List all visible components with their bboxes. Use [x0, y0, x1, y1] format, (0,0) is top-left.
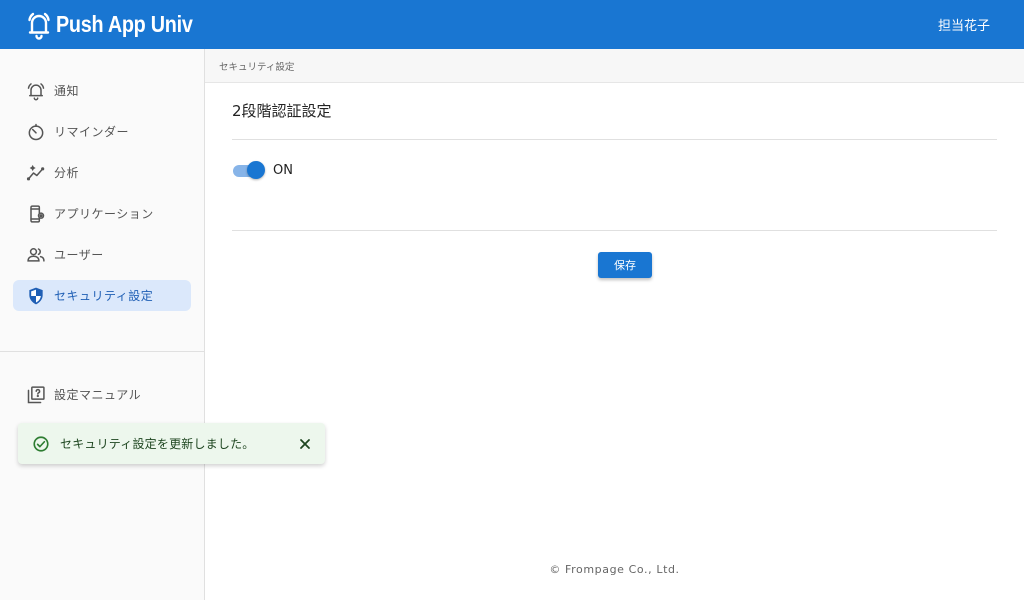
divider — [232, 139, 997, 140]
sidebar-item-label: リマインダー — [54, 125, 130, 139]
sidebar-item-analytics[interactable]: 分析 — [0, 152, 204, 193]
sidebar-item-reminders[interactable]: リマインダー — [0, 111, 204, 152]
success-snackbar: セキュリティ設定を更新しました。 — [18, 423, 325, 464]
two-factor-toggle-row: ON — [232, 160, 293, 180]
help-book-icon — [26, 385, 46, 405]
sidebar-item-applications[interactable]: アプリケーション — [0, 193, 204, 234]
snackbar-message: セキュリティ設定を更新しました。 — [60, 437, 255, 451]
sidebar-secondary-nav: 設定マニュアル — [0, 374, 204, 415]
sidebar-item-label: 設定マニュアル — [54, 388, 142, 402]
sidebar-divider — [0, 351, 204, 352]
main-content: セキュリティ設定 2段階認証設定 ON 保存 © Frompage Co., L… — [205, 49, 1024, 600]
footer-copyright: © Frompage Co., Ltd. — [549, 563, 680, 576]
sidebar-item-security[interactable]: セキュリティ設定 — [0, 275, 204, 316]
sidebar: 通知 リマインダー 分析 アプリケーション ユーザー セキュリティ設定 設定マニ… — [0, 49, 205, 600]
user-name[interactable]: 担当花子 — [938, 15, 990, 34]
save-button[interactable]: 保存 — [598, 252, 652, 278]
timer-icon — [26, 122, 46, 142]
brand[interactable]: Push App Univ — [26, 10, 215, 40]
sidebar-item-notifications[interactable]: 通知 — [0, 70, 204, 111]
section-title: 2段階認証設定 — [232, 102, 332, 120]
sidebar-item-manual[interactable]: 設定マニュアル — [0, 374, 204, 415]
close-icon[interactable] — [297, 436, 313, 452]
divider — [232, 230, 997, 231]
breadcrumb: セキュリティ設定 — [205, 49, 1024, 83]
shield-icon — [26, 286, 46, 306]
check-circle-icon — [32, 435, 50, 453]
sidebar-item-label: 通知 — [54, 84, 80, 98]
app-name: Push App Univ — [56, 11, 193, 37]
two-factor-switch[interactable] — [232, 160, 266, 180]
bell-icon — [26, 81, 46, 101]
app-settings-icon — [26, 204, 46, 224]
insights-icon — [26, 163, 46, 183]
people-icon — [26, 245, 46, 265]
toggle-label: ON — [273, 162, 293, 178]
switch-thumb — [247, 161, 265, 179]
sidebar-item-label: セキュリティ設定 — [54, 289, 154, 303]
sidebar-item-label: アプリケーション — [54, 207, 154, 221]
app-bar: Push App Univ 担当花子 — [0, 0, 1024, 49]
sidebar-item-users[interactable]: ユーザー — [0, 234, 204, 275]
sidebar-item-label: ユーザー — [54, 248, 104, 262]
sidebar-nav: 通知 リマインダー 分析 アプリケーション ユーザー セキュリティ設定 — [0, 49, 204, 316]
sidebar-item-label: 分析 — [54, 166, 80, 180]
bell-ring-icon — [26, 10, 52, 40]
